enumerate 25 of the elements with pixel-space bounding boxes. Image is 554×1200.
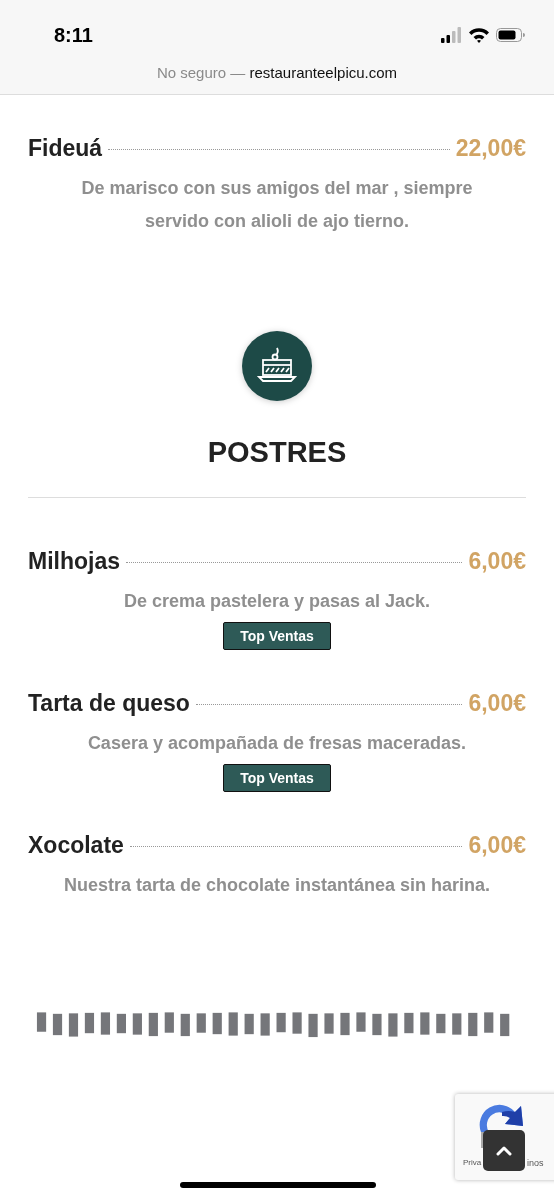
recaptcha-text[interactable]: inos [527, 1158, 544, 1168]
top-sales-tag: Top Ventas [223, 622, 331, 650]
address-bar[interactable]: No seguro — restauranteelpicu.com [0, 64, 554, 81]
battery-icon [496, 27, 526, 43]
dish-description: Nuestra tarta de chocolate instantánea sin harina. [62, 874, 492, 897]
section-title: POSTRES [207, 436, 347, 469]
dish-name: Xocolate [28, 832, 124, 859]
dish-name: Milhojas [28, 548, 120, 575]
chevron-up-icon [496, 1145, 512, 1156]
scroll-top-button[interactable] [483, 1130, 525, 1171]
cake-icon [241, 330, 313, 402]
dish-description: De marisco con sus amigos del mar , siempre servido con alioli de ajo tierno. [80, 177, 474, 233]
dish-description: De crema pastelera y pasas al Jack. [122, 590, 432, 613]
recaptcha-text[interactable]: Priva [463, 1158, 482, 1167]
wifi-icon [468, 27, 490, 43]
dish-price: 6,00€ [468, 548, 526, 575]
dish-price: 6,00€ [468, 690, 526, 717]
status-time: 8:11 [54, 23, 93, 47]
dish-name: Fideuá [28, 135, 103, 162]
dish-price: 6,00€ [468, 832, 526, 859]
dish-price: 22,00€ [455, 135, 526, 162]
top-sales-tag: Top Ventas [223, 764, 331, 792]
dish-description: Casera y acompañada de fresas maceradas. [86, 732, 468, 755]
signal-icon [440, 27, 462, 43]
dish-name: Tarta de queso [28, 690, 190, 717]
